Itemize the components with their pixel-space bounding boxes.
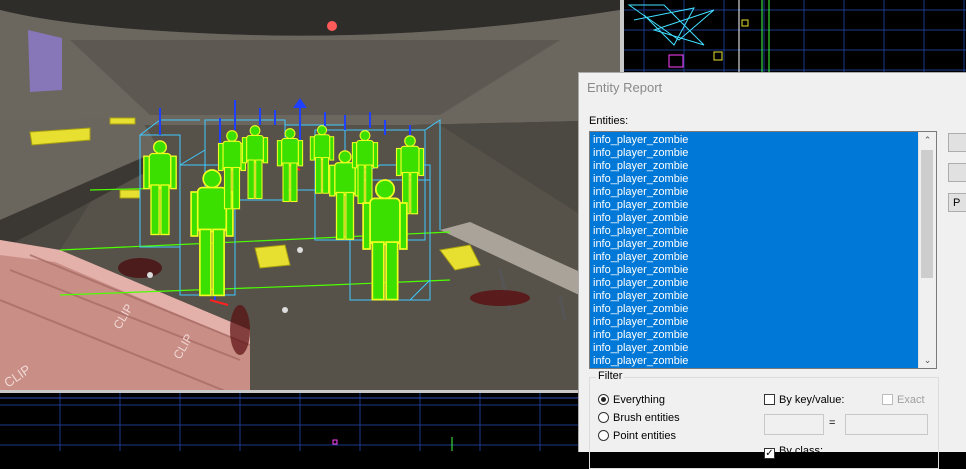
3d-scene: CLIP CLIP CLIP xyxy=(0,0,620,393)
radio-point-entities-label: Point entities xyxy=(613,430,676,442)
entity-report-dialog: Entity Report Entities: info_player_zomb… xyxy=(578,72,966,469)
checkbox-icon[interactable] xyxy=(882,394,893,405)
radio-button-icon[interactable] xyxy=(598,430,609,441)
entity-list-item[interactable]: info_player_zombie xyxy=(590,186,919,199)
entity-list-item[interactable]: info_player_zombie xyxy=(590,316,919,329)
entity-list-item[interactable]: info_player_zombie xyxy=(590,251,919,264)
exact-checkbox[interactable]: Exact xyxy=(882,393,925,407)
scroll-up-arrow-icon[interactable]: ⌃ xyxy=(919,132,936,148)
radio-button-icon[interactable] xyxy=(598,412,609,423)
light-entity-icon[interactable] xyxy=(327,21,337,31)
entity-list-item[interactable]: info_player_zombie xyxy=(590,199,919,212)
filter-label: Filter xyxy=(596,370,625,382)
2d-grid-top xyxy=(624,0,966,72)
entity-list-item[interactable]: info_player_zombie xyxy=(590,290,919,303)
entity-list-item[interactable]: info_player_zombie xyxy=(590,277,919,290)
entity-list-item[interactable]: info_player_zombie xyxy=(590,134,919,147)
2d-grid-bottom xyxy=(0,393,578,451)
entity-list-item[interactable]: info_player_zombie xyxy=(590,303,919,316)
entity-list-items: info_player_zombie info_player_zombie info… xyxy=(590,134,919,368)
dialog-title: Entity Report xyxy=(587,80,663,95)
radio-button-icon[interactable] xyxy=(598,394,609,405)
side-button-2[interactable] xyxy=(948,163,966,182)
scrollbar-thumb[interactable] xyxy=(921,150,933,278)
viewport-splitter[interactable] xyxy=(0,390,578,393)
2d-viewport-bottom[interactable] xyxy=(0,393,578,451)
by-keyvalue-label: By key/value: xyxy=(779,394,845,406)
radio-brush-entities-label: Brush entities xyxy=(613,412,680,424)
entities-label: Entities: xyxy=(589,115,629,127)
radio-brush-entities[interactable]: Brush entities xyxy=(598,411,680,425)
by-class-checkbox[interactable]: ✓ By class: xyxy=(764,444,824,459)
entity-list-item[interactable]: info_player_zombie xyxy=(590,342,919,355)
entity-list-item[interactable]: info_player_zombie xyxy=(590,147,919,160)
radio-point-entities[interactable]: Point entities xyxy=(598,429,676,443)
scroll-down-arrow-icon[interactable]: ⌄ xyxy=(919,352,936,368)
entity-list-item[interactable]: info_player_zombie xyxy=(590,212,919,225)
filter-group: Filter Everything Brush entities Point e… xyxy=(589,370,939,469)
wall-brush[interactable] xyxy=(28,30,62,92)
radio-everything-label: Everything xyxy=(613,394,665,406)
viewport-splitter[interactable] xyxy=(620,0,624,72)
entity-list-item[interactable]: info_player_zombie xyxy=(590,264,919,277)
entity-list-item[interactable]: info_player_zombie xyxy=(590,160,919,173)
checkbox-icon[interactable] xyxy=(764,394,775,405)
entity-list-item[interactable]: info_player_zombie xyxy=(590,238,919,251)
list-scrollbar[interactable]: ⌃ ⌄ xyxy=(918,132,936,368)
checkmark-icon[interactable]: ✓ xyxy=(764,448,775,459)
3d-viewport[interactable]: CLIP CLIP CLIP xyxy=(0,0,620,393)
key-field[interactable] xyxy=(764,414,824,435)
2d-viewport-top[interactable] xyxy=(624,0,966,72)
by-class-label: By class: xyxy=(779,445,824,457)
entity-list[interactable]: info_player_zombie info_player_zombie info… xyxy=(589,131,937,369)
entity-list-item[interactable]: info_player_zombie xyxy=(590,355,919,368)
exact-label: Exact xyxy=(897,394,925,406)
side-button-3[interactable]: P xyxy=(948,193,966,212)
entity-list-item[interactable]: info_player_zombie xyxy=(590,225,919,238)
entity-list-item[interactable]: info_player_zombie xyxy=(590,329,919,342)
entity-list-item[interactable]: info_player_zombie xyxy=(590,173,919,186)
value-field[interactable] xyxy=(845,414,928,435)
equals-sign: = xyxy=(829,417,836,429)
by-keyvalue-checkbox[interactable]: By key/value: xyxy=(764,393,844,407)
side-button-1[interactable] xyxy=(948,133,966,152)
radio-everything[interactable]: Everything xyxy=(598,393,665,407)
